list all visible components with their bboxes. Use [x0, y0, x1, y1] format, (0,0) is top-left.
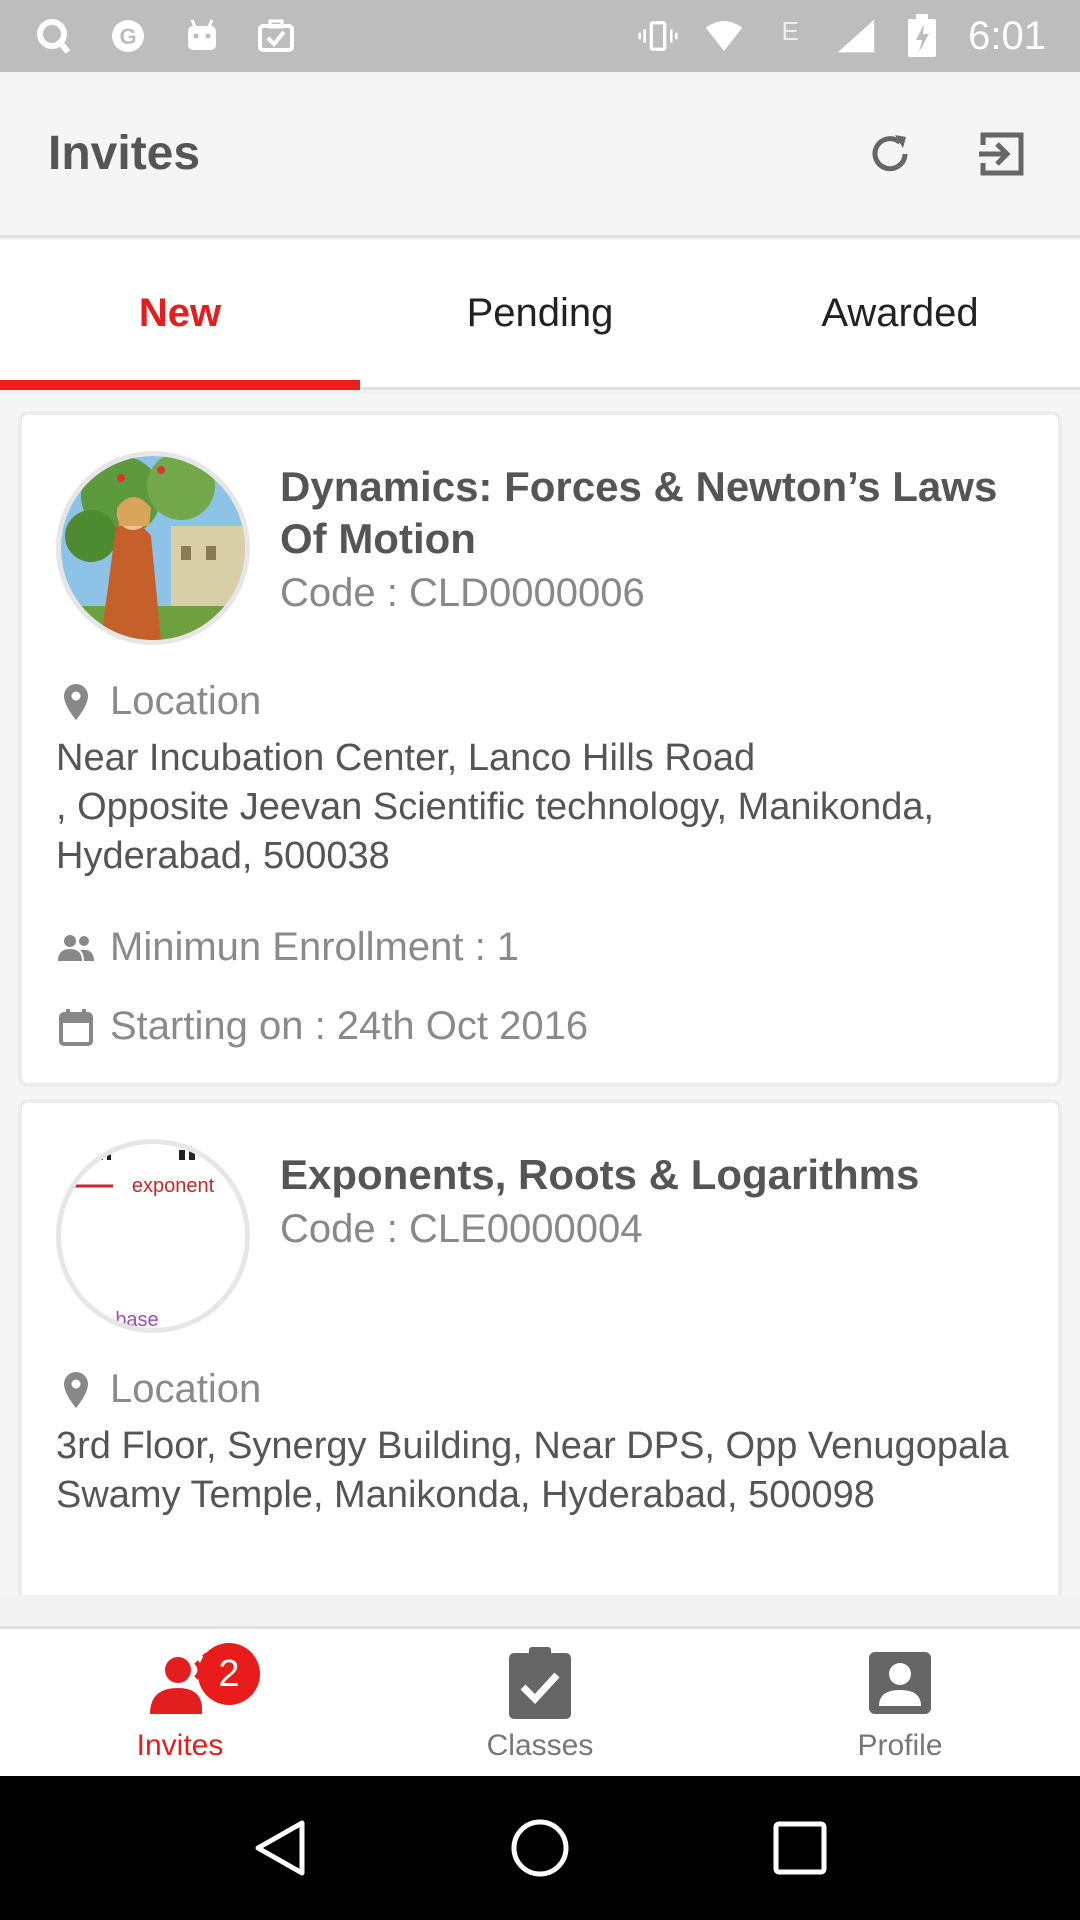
class-code: Code : CLE0000004: [280, 1207, 643, 1251]
home-button[interactable]: [500, 1808, 580, 1888]
invites-list[interactable]: Dynamics: Forces & Newton’s Laws Of Moti…: [0, 393, 1080, 1595]
location-label: Location: [110, 1367, 262, 1411]
nav-profile-label: Profile: [857, 1728, 943, 1762]
vibrate-icon: [638, 16, 678, 56]
status-time: 6:01: [968, 13, 1046, 58]
logout-button[interactable]: [974, 126, 1030, 182]
battery-charging-icon: [902, 14, 942, 57]
people-icon: [56, 926, 96, 970]
tab-pending[interactable]: Pending: [360, 240, 720, 387]
recents-button[interactable]: [760, 1808, 840, 1888]
home-circle-icon: [511, 1819, 569, 1877]
class-address: 3rd Floor, Synergy Building, Near DPS, O…: [56, 1425, 1009, 1516]
class-title: Exponents, Roots & Logarithms: [280, 1151, 920, 1198]
bottom-nav: 2 Invites Classes Profile: [0, 1626, 1080, 1776]
nav-profile[interactable]: Profile: [720, 1629, 1080, 1776]
class-code: Code : CLD0000006: [280, 571, 645, 615]
q-icon: [34, 16, 74, 56]
system-nav-bar: [0, 1776, 1080, 1920]
class-address: Near Incubation Center, Lanco Hills Road…: [56, 737, 935, 877]
class-thumbnail: [56, 451, 250, 645]
page-title: Invites: [48, 127, 201, 180]
invites-badge: 2: [198, 1643, 260, 1705]
thumb-base-text: base: [115, 1309, 158, 1328]
signal-icon: [836, 16, 876, 56]
thumb-exponent-text: exponent: [132, 1175, 215, 1197]
logout-icon: [979, 132, 1024, 175]
back-button[interactable]: [240, 1808, 320, 1888]
svg-text:G: G: [119, 24, 136, 49]
location-label: Location: [110, 679, 262, 723]
refresh-icon: [872, 134, 908, 171]
starting-date: Starting on : 24th Oct 2016: [110, 1004, 589, 1048]
wifi-icon: [704, 16, 744, 56]
android-icon: [182, 16, 222, 56]
briefcase-check-icon: [256, 16, 296, 56]
status-bar: G E 6:01: [0, 0, 1080, 72]
class-title: Dynamics: Forces & Newton’s Laws Of Moti…: [280, 463, 998, 562]
class-thumbnail: exponent base: [56, 1139, 250, 1333]
nav-invites[interactable]: 2 Invites: [0, 1629, 360, 1776]
invite-card[interactable]: Dynamics: Forces & Newton’s Laws Of Moti…: [18, 411, 1062, 1087]
back-triangle-icon: [255, 1820, 305, 1876]
g-icon: G: [108, 16, 148, 56]
classes-check-icon: [500, 1643, 580, 1723]
location-pin-icon: [56, 680, 96, 724]
tab-bar: New Pending Awarded: [0, 240, 1080, 390]
network-type-label: E: [781, 16, 799, 46]
tab-awarded[interactable]: Awarded: [720, 240, 1080, 387]
refresh-button[interactable]: [862, 126, 918, 182]
invite-card[interactable]: exponent base Exponents, Roots & Logarit…: [18, 1099, 1062, 1595]
calendar-icon: [56, 1005, 96, 1049]
recents-square-icon: [773, 1821, 827, 1875]
app-bar: Invites: [0, 72, 1080, 238]
profile-icon: [860, 1643, 940, 1723]
location-pin-icon: [56, 1368, 96, 1412]
nav-invites-label: Invites: [136, 1728, 224, 1762]
nav-classes[interactable]: Classes: [360, 1629, 720, 1776]
nav-classes-label: Classes: [486, 1728, 594, 1762]
min-enrollment: Minimun Enrollment : 1: [110, 925, 520, 969]
tab-new[interactable]: New: [0, 240, 360, 390]
screen: G E 6:01 Invites New Pending Awarded Dyn…: [0, 0, 1080, 1920]
